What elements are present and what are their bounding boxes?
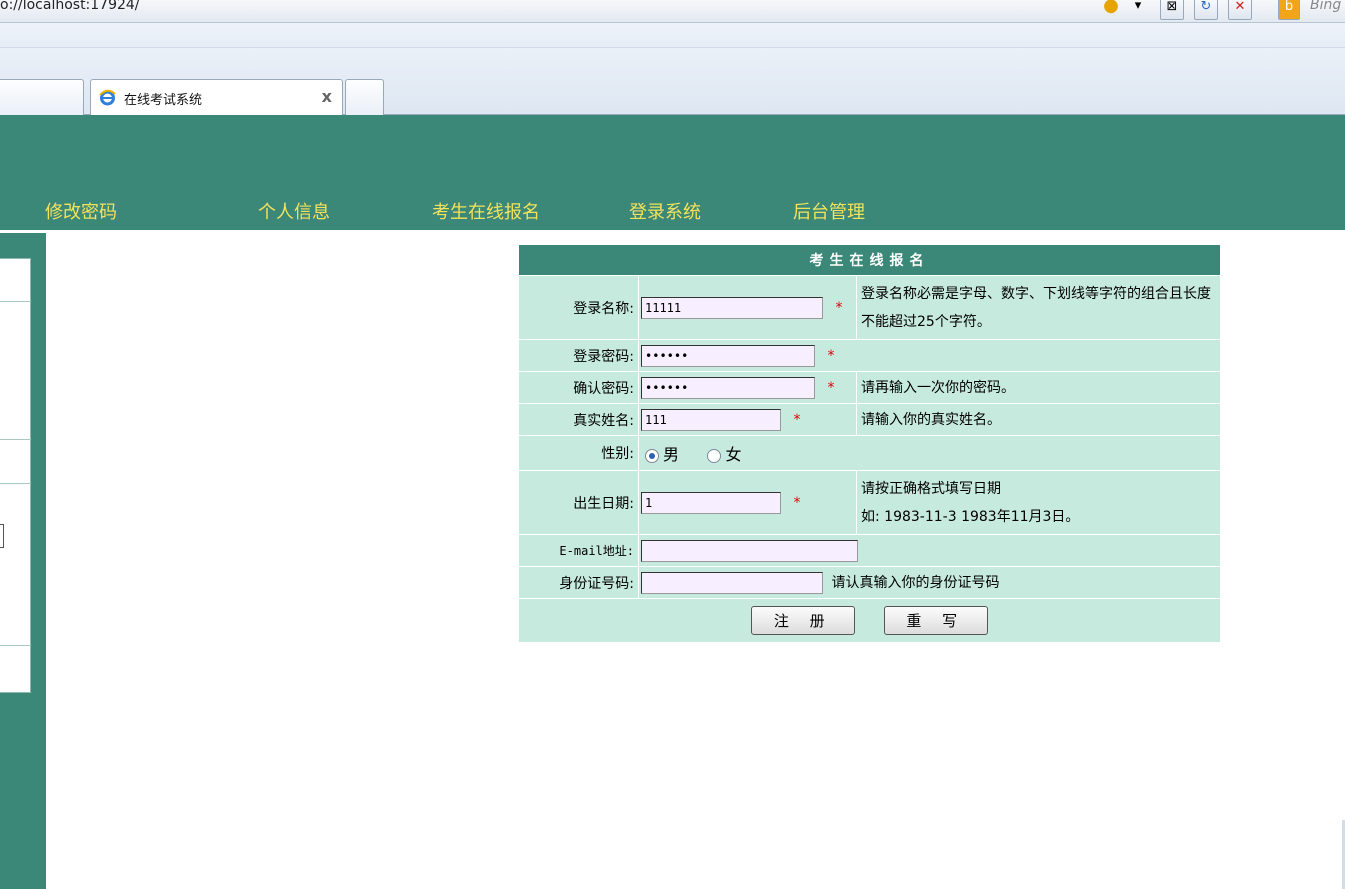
nav-change-password[interactable]: 修改密码	[45, 198, 117, 224]
sidebar-divider	[0, 645, 31, 646]
nav-personal-info[interactable]: 个人信息	[258, 198, 330, 224]
tab-strip: 在线考试系统 x	[0, 48, 1345, 115]
id-number-label: 身份证号码:	[518, 566, 639, 599]
dropdown-arrow-icon[interactable]: ▾	[1130, 0, 1146, 18]
favorites-bar	[0, 23, 1345, 48]
sidebar-divider	[0, 301, 31, 302]
email-input[interactable]	[641, 539, 858, 562]
password-input[interactable]	[641, 344, 815, 367]
site-header: 修改密码 个人信息 考生在线报名 登录系统 后台管理	[0, 115, 1345, 230]
ie-icon	[99, 89, 116, 106]
tab-title: 在线考试系统	[124, 93, 203, 108]
gender-male-label: 男	[663, 445, 680, 464]
required-mark: *	[793, 494, 801, 511]
confirm-password-input[interactable]	[641, 376, 815, 399]
sidebar-divider	[0, 439, 31, 440]
birth-date-hint-line2: 如: 1983-11-3 1983年11月3日。	[861, 508, 1080, 525]
required-mark: *	[827, 347, 835, 364]
nav-admin[interactable]: 后台管理	[793, 198, 865, 224]
compat-icon[interactable]: ●	[1100, 0, 1122, 18]
gender-male-option[interactable]: 男	[645, 445, 683, 464]
address-bar[interactable]: o://localhost:17924/ ● ▾ ⊠ ↻ ✕ b Bing	[0, 0, 1345, 23]
birth-date-hint-line1: 请按正确格式填写日期	[861, 480, 1001, 497]
submit-button[interactable]: 注 册	[751, 606, 856, 635]
email-label: E-mail地址:	[518, 534, 639, 567]
radio-unselected-icon[interactable]	[707, 449, 722, 463]
birth-date-input[interactable]	[641, 491, 781, 514]
confirm-password-label: 确认密码:	[518, 371, 639, 404]
stop-icon[interactable]: ✕	[1228, 0, 1252, 20]
login-name-hint: 登录名称必需是字母、数字、下划线等字符的组合且长度不能超过25个字符。	[856, 275, 1221, 340]
form-title: 考生在线报名	[518, 244, 1221, 276]
rss-icon[interactable]: ⊠	[1160, 0, 1184, 20]
sidebar-divider	[0, 483, 31, 484]
real-name-input[interactable]	[641, 408, 781, 431]
birth-date-label: 出生日期:	[518, 470, 639, 535]
login-name-input[interactable]	[641, 296, 823, 319]
nav-online-register[interactable]: 考生在线报名	[432, 198, 540, 224]
confirm-password-hint: 请再输入一次你的密码。	[856, 371, 1221, 404]
refresh-icon[interactable]: ↻	[1194, 0, 1218, 20]
radio-selected-icon[interactable]	[645, 449, 659, 463]
tab-close-icon[interactable]: x	[322, 87, 332, 106]
sidebar-input-edge[interactable]	[0, 524, 4, 548]
required-mark: *	[835, 299, 843, 316]
left-sidebar	[0, 233, 46, 889]
birth-date-hint: 请按正确格式填写日期 如: 1983-11-3 1983年11月3日。	[856, 470, 1221, 535]
real-name-label: 真实姓名:	[518, 403, 639, 436]
id-number-hint: 请认真输入你的身份证号码	[831, 574, 1000, 591]
real-name-hint: 请输入你的真实姓名。	[856, 403, 1221, 436]
nav-login[interactable]: 登录系统	[629, 198, 701, 224]
password-label: 登录密码:	[518, 339, 639, 372]
address-text[interactable]: o://localhost:17924/	[0, 0, 140, 13]
gender-female-label: 女	[725, 445, 742, 464]
registration-form: 考生在线报名 登录名称: * 登录名称必需是字母、数字、下划线等字符的组合且长度…	[518, 244, 1221, 643]
id-number-input[interactable]	[641, 571, 823, 594]
sidebar-panel	[0, 258, 31, 693]
required-mark: *	[793, 411, 801, 428]
required-mark: *	[827, 379, 835, 396]
tab-previous[interactable]	[0, 79, 84, 115]
login-name-label: 登录名称:	[518, 275, 639, 340]
bing-icon: b	[1278, 0, 1300, 20]
new-tab-button[interactable]	[345, 79, 384, 115]
gender-female-option[interactable]: 女	[707, 445, 742, 464]
tab-active[interactable]: 在线考试系统 x	[90, 79, 343, 115]
reset-button[interactable]: 重 写	[883, 606, 988, 635]
gender-label: 性别:	[518, 435, 639, 471]
search-placeholder[interactable]: Bing	[1310, 0, 1341, 13]
